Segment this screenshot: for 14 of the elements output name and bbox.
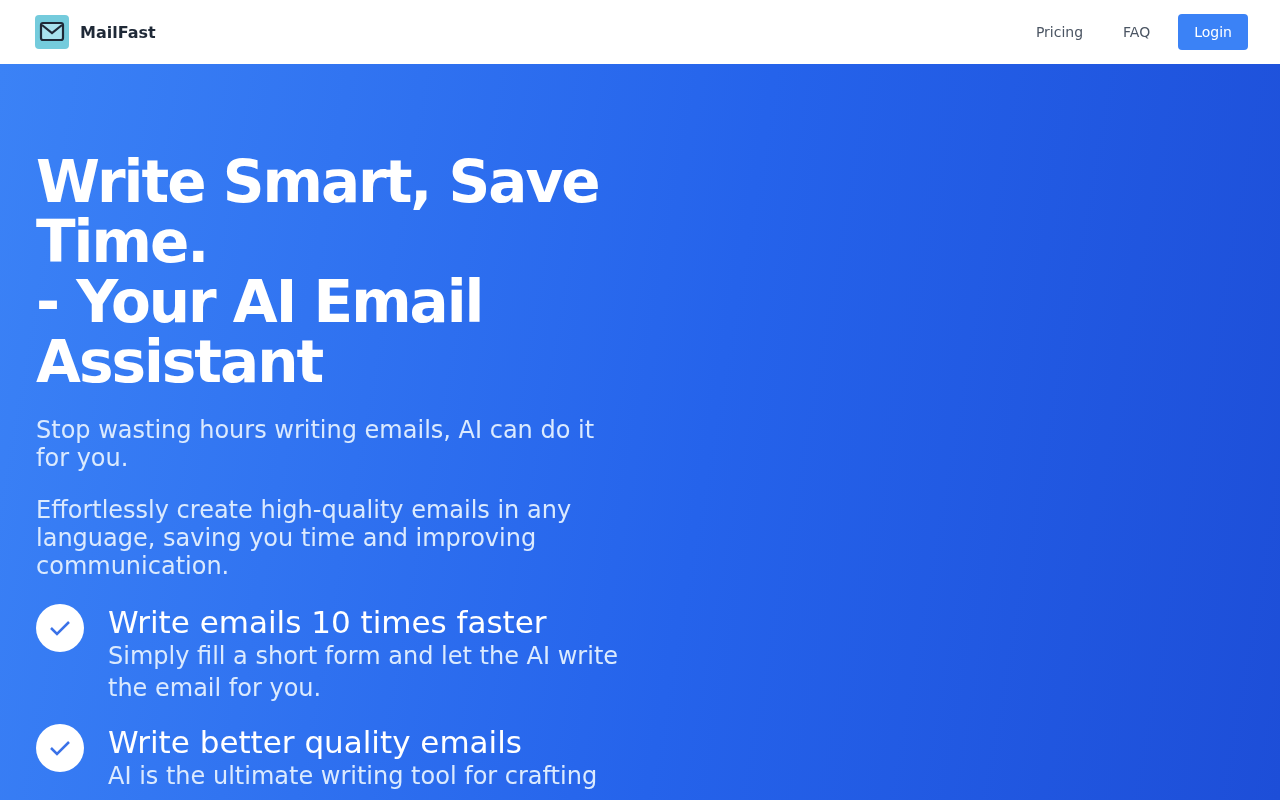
hero-description: Effortlessly create high-quality emails in any language, saving you time and improving communication.: [36, 496, 573, 580]
feature-title: Write emails 10 times faster: [108, 604, 548, 640]
feature-description: Simply fill a short form and let the AI write the email for you.: [108, 641, 620, 704]
check-icon: [36, 724, 84, 772]
check-icon: [36, 604, 84, 652]
nav-link[interactable]: FAQ: [1109, 16, 1165, 48]
nav-link[interactable]: Pricing: [1021, 16, 1098, 48]
login-button[interactable]: Login: [1178, 14, 1248, 50]
envelope-logo-icon: [35, 15, 69, 49]
brand-name: MailFast: [80, 22, 156, 42]
feature-title: Write better quality emails: [108, 724, 523, 760]
hero-subtitle: Stop wasting hours writing emails, AI can do it for you.: [36, 416, 596, 472]
feature-description: AI is the ultimate writing tool for crafting: [108, 761, 599, 792]
hero-title: Write Smart, Save Time. - Your AI Email Assistant: [36, 152, 600, 392]
